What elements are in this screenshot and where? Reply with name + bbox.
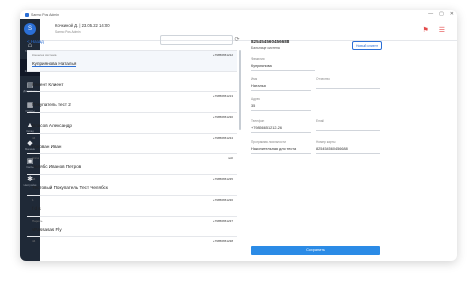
address-field[interactable]: Адрес 35 xyxy=(251,97,311,111)
lastname-value[interactable]: Куприянова xyxy=(251,61,315,71)
row-name: Клиент Клиент xyxy=(32,81,64,87)
close-icon[interactable]: ✕ xyxy=(450,11,454,17)
row-name: Власов Александр xyxy=(32,123,72,129)
row-phone: +79856651234 xyxy=(212,135,233,140)
top-icons: ⚑ ☰ xyxy=(422,26,445,34)
phone-value[interactable]: +79856651212-26 xyxy=(251,123,311,133)
row-name: Тестовый Покупатель Тест Челябск xyxy=(32,185,108,191)
email-field[interactable]: Email xyxy=(316,119,380,131)
address-value[interactable]: 35 xyxy=(251,101,311,111)
save-button[interactable]: Сохранить xyxy=(251,246,380,255)
card-number-field[interactable]: Номер карты 825454560456688 xyxy=(316,140,380,154)
email-value[interactable] xyxy=(316,123,380,131)
firstname-field[interactable]: Имя Наталья xyxy=(251,77,311,91)
middlename-value[interactable] xyxy=(316,81,380,89)
row-phone: +79856651235 xyxy=(212,177,233,182)
window-title: Sarmo Pos Admin xyxy=(31,12,60,17)
title-bar: Sarmo Pos Admin — ▢ ✕ xyxy=(20,10,457,19)
row-card: Пароль xyxy=(32,218,43,223)
loyalty-program-value[interactable]: Накопительная для теста xyxy=(251,144,311,154)
row-phone: +79856651238 xyxy=(212,239,233,244)
list-item[interactable]: 1 +79856651236 f d s xyxy=(27,196,237,217)
list-item[interactable]: Anna noft Челябс Иванов Петров xyxy=(27,154,237,176)
list-item[interactable]: 44 +79856651238 xyxy=(27,237,237,253)
user-subtitle: Sarmo Pos Admin xyxy=(55,30,81,34)
row-name: vPassasas Fly xyxy=(32,226,62,232)
list-item[interactable]: 44 +79856651235 Тестовый Покупатель Тест… xyxy=(27,175,237,196)
search-input[interactable] xyxy=(160,35,233,45)
client-list-panel: < Назад ⟳ Кошелек система +79856651212 К… xyxy=(27,35,241,253)
firstname-value[interactable]: Наталья xyxy=(251,81,311,91)
list-item[interactable]: Клиент Клиент xyxy=(27,72,237,93)
list-item[interactable]: +79856651213 Покупатель тест 2 xyxy=(27,92,237,114)
app-logo-icon xyxy=(25,12,29,17)
client-detail-panel: 825454560456688 Бальнице систена Новый к… xyxy=(248,35,437,255)
window-controls: — ▢ ✕ xyxy=(428,11,454,17)
client-subtitle: Бальнице систена xyxy=(251,46,280,50)
lastname-field[interactable]: Фамилия Куприянова xyxy=(251,57,315,71)
row-card: Кошелек система xyxy=(32,53,57,57)
middlename-field[interactable]: Отчество xyxy=(316,77,380,89)
maximize-icon[interactable]: ▢ xyxy=(439,11,444,17)
loyalty-program-field[interactable]: Программа лояльности Накопительная для т… xyxy=(251,140,311,154)
menu-icon[interactable]: ☰ xyxy=(439,26,445,34)
row-card: 44 xyxy=(32,177,36,182)
minimize-icon[interactable]: — xyxy=(428,11,433,17)
row-phone: +79856651230 xyxy=(212,115,233,120)
list-item[interactable]: +79856651230 Власов Александр xyxy=(27,113,237,134)
row-card: Anna xyxy=(32,156,40,161)
phone-field[interactable]: Телефон +79856651212-26 xyxy=(251,119,311,133)
row-name: Покупатель тест 2 xyxy=(32,102,71,108)
list-item[interactable]: 44 +79856651234 Голован Иван xyxy=(27,134,237,155)
row-phone: +79856651212 xyxy=(212,53,233,57)
user-name: Кочкиной Д. | 23.05.22 14:00 xyxy=(55,23,110,28)
row-phone: +79856651213 xyxy=(212,94,233,99)
list-item[interactable]: Кошелек система +79856651212 Куприянова … xyxy=(27,51,237,72)
list-scrollbar[interactable] xyxy=(239,50,241,130)
row-name: f d s xyxy=(32,205,41,211)
avatar[interactable]: S xyxy=(24,23,36,35)
list-item[interactable]: Пароль +79856651237 vPassasas Fly xyxy=(27,217,237,238)
row-name: Челябс Иванов Петров xyxy=(32,164,82,170)
row-phone: noft xyxy=(227,156,233,161)
row-name: Куприянова Наталья xyxy=(32,61,77,67)
card-number-value[interactable]: 825454560456688 xyxy=(316,144,380,154)
client-card-number: 825454560456688 xyxy=(251,39,290,44)
notification-icon[interactable]: ⚑ xyxy=(422,26,428,34)
row-phone: +79856651237 xyxy=(212,218,233,223)
row-card: 1 xyxy=(32,197,34,202)
row-card: 44 xyxy=(32,135,36,140)
back-link[interactable]: < Назад xyxy=(27,39,44,44)
client-list: Кошелек система +79856651212 Куприянова … xyxy=(27,50,237,253)
row-name: Голован Иван xyxy=(32,143,62,149)
row-phone: +79856651236 xyxy=(212,197,233,202)
new-client-button[interactable]: Новый клиент xyxy=(352,41,382,50)
row-card: 44 xyxy=(32,239,36,244)
refresh-icon[interactable]: ⟳ xyxy=(233,36,241,44)
